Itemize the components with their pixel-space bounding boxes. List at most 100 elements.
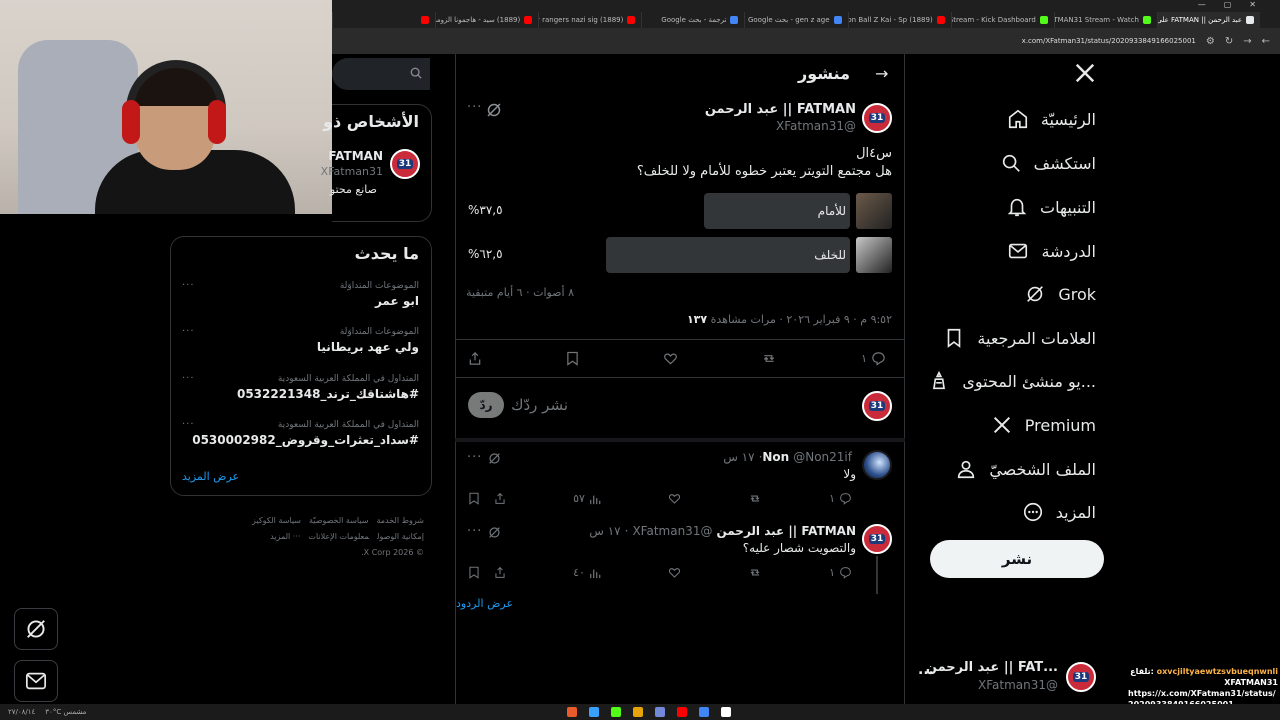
share-icon[interactable]	[494, 566, 506, 579]
like-action[interactable]	[668, 566, 681, 579]
reply-more-icon[interactable]: ···	[467, 524, 482, 539]
nav-item-mail[interactable]: الدردشة	[1007, 240, 1096, 262]
share-action[interactable]	[468, 351, 482, 366]
trend-name[interactable]: #سداد_تعثرات_وقروض_0530002982	[192, 433, 419, 447]
like-action[interactable]	[668, 492, 681, 505]
footer-link[interactable]: سياسة الخصوصيّة	[309, 516, 368, 525]
footer-link[interactable]: إمكانية الوصول	[377, 532, 424, 541]
trend-more-icon[interactable]: ···	[182, 373, 195, 384]
bookmark-icon[interactable]	[468, 566, 480, 579]
reply-avatar[interactable]: 31	[862, 524, 892, 554]
messages-float-button[interactable]	[14, 660, 58, 702]
repost-action[interactable]	[748, 492, 762, 505]
post-more-icon[interactable]: ···	[467, 100, 482, 115]
reply-avatar[interactable]	[862, 450, 892, 480]
reply-author[interactable]: Non	[762, 450, 789, 464]
trend-name[interactable]: ابو عمر	[375, 294, 419, 308]
grok-icon[interactable]	[488, 452, 501, 465]
forward-icon[interactable]: →	[1243, 36, 1251, 47]
reply-input[interactable]: نشر ردّك	[511, 396, 568, 414]
footer-link[interactable]: ··· المزيد	[270, 532, 300, 541]
repost-action[interactable]	[748, 566, 762, 579]
reply-more-icon[interactable]: ···	[467, 450, 482, 465]
browser-tab[interactable]: عبد الرحمن || FATMAN على X	[1156, 12, 1260, 28]
footer-link[interactable]: سياسة الكوكيز	[252, 516, 301, 525]
reply-handle[interactable]: @XFatman31	[632, 524, 712, 538]
grok-icon[interactable]	[488, 526, 501, 539]
reply-action[interactable]: ١	[829, 566, 852, 579]
post-button[interactable]: نشر	[930, 540, 1104, 578]
app-icon[interactable]	[677, 707, 688, 717]
app-icon[interactable]	[633, 707, 644, 717]
post-author-avatar[interactable]: 31	[862, 103, 892, 133]
footer-link[interactable]: معلومات الإعلانات	[308, 532, 369, 541]
close-icon[interactable]: ✕	[1249, 0, 1256, 10]
browser-tab[interactable]: (1889) Dragon Ball Z Kai - Sp	[847, 12, 951, 28]
nav-item-bell[interactable]: التنبيهات	[1006, 196, 1096, 218]
browser-tab[interactable]: XFATMAN31 Stream - Watch	[1053, 12, 1157, 28]
poll-option-bar[interactable]: للخلف	[606, 237, 850, 273]
views-action[interactable]: ٥٧	[573, 492, 601, 505]
app-icon[interactable]	[567, 707, 578, 717]
trend-name[interactable]: #هاشتاقك_ترند_0532221348	[237, 387, 419, 401]
minimize-icon[interactable]: —	[1198, 0, 1206, 10]
nav-item-home[interactable]: الرئيسيّة	[1007, 108, 1096, 130]
show-more-link[interactable]: عرض المزيد	[182, 470, 239, 483]
app-icon[interactable]	[699, 707, 710, 717]
suggested-handle[interactable]: XFatman31	[321, 165, 383, 178]
post-author-handle[interactable]: @XFatman31	[776, 119, 856, 133]
show-replies-link[interactable]: عرض الردود	[456, 597, 513, 610]
search-input[interactable]	[332, 58, 430, 90]
trend-more-icon[interactable]: ···	[182, 419, 195, 430]
footer-link[interactable]: شروط الخدمة	[376, 516, 424, 525]
browser-tab[interactable]: (1889) power rangers nazi sig	[538, 12, 641, 28]
post-author-name[interactable]: FATMAN || عبد الرحمن	[705, 102, 856, 117]
reply-action[interactable]: ١	[829, 492, 852, 505]
app-icon[interactable]	[611, 707, 622, 717]
share-icon[interactable]	[494, 492, 506, 505]
bookmark-action[interactable]	[566, 351, 579, 366]
account-more-icon[interactable]: ...	[918, 662, 934, 678]
trend-more-icon[interactable]: ···	[182, 326, 195, 337]
browser-tab[interactable]	[332, 12, 435, 28]
bookmark-icon[interactable]	[468, 492, 480, 505]
views-action[interactable]: ٤٠	[573, 566, 601, 579]
account-switcher[interactable]: 31 ...FAT || عبد الرحمن @XFatman31 ...	[914, 660, 1100, 698]
maximize-icon[interactable]: ▢	[1224, 0, 1232, 10]
back-arrow-icon[interactable]: →	[875, 64, 888, 83]
reload-icon[interactable]: ↻	[1225, 36, 1233, 47]
grok-icon[interactable]	[486, 102, 502, 118]
poll-option-bar[interactable]: للأمام	[704, 193, 850, 229]
nav-item-grok[interactable]: Grok	[1024, 283, 1096, 305]
app-icon[interactable]	[589, 707, 600, 717]
trend-name[interactable]: ولي عهد بريطانيا	[317, 340, 419, 354]
suggested-avatar[interactable]: 31	[390, 149, 420, 179]
reply-button[interactable]: ردّ	[468, 392, 504, 418]
back-icon[interactable]: ←	[1262, 36, 1270, 47]
nav-item-creator[interactable]: ...يو منشئ المحتوى	[928, 370, 1096, 392]
reply-action[interactable]: ١	[861, 351, 886, 366]
browser-tab[interactable]: Stream - Kick Dashboard	[950, 12, 1054, 28]
app-icon[interactable]	[655, 707, 666, 717]
reply-author[interactable]: FATMAN || عبد الرحمن	[716, 524, 856, 538]
grok-float-button[interactable]	[14, 608, 58, 650]
suggested-name[interactable]: FATMAN	[328, 149, 383, 163]
reply-time[interactable]: ١٧ س	[589, 524, 620, 538]
app-icon[interactable]	[721, 707, 732, 717]
reply-time[interactable]: ١٧ س	[723, 450, 754, 464]
post-timestamp[interactable]: ٩:٥٢ م · ٩ فبراير ٢٠٢٦ ·	[779, 313, 892, 326]
nav-item-search[interactable]: استكشف	[1000, 152, 1096, 174]
like-action[interactable]	[663, 351, 678, 366]
nav-item-x-premium[interactable]: Premium	[991, 414, 1096, 436]
browser-tab[interactable]: gen z age - بحث Google	[744, 12, 847, 28]
nav-item-profile[interactable]: الملف الشخصيّ	[955, 458, 1096, 480]
reply-handle[interactable]: @Non21if	[793, 450, 852, 464]
tune-icon[interactable]: ⚙	[1206, 36, 1215, 47]
browser-tab[interactable]: (1889) سيد - هاجمونا الزومبي	[435, 12, 538, 28]
nav-item-more[interactable]: المزيد	[1022, 501, 1096, 523]
url-text[interactable]: x.com/XFatman31/status/20209338491660250…	[1022, 37, 1196, 45]
nav-item-bookmark[interactable]: العلامات المرجعية	[943, 327, 1096, 349]
trend-more-icon[interactable]: ···	[182, 280, 195, 291]
browser-tab[interactable]: ترجمة - بحث Google	[641, 12, 744, 28]
x-logo-icon[interactable]	[1074, 62, 1096, 84]
